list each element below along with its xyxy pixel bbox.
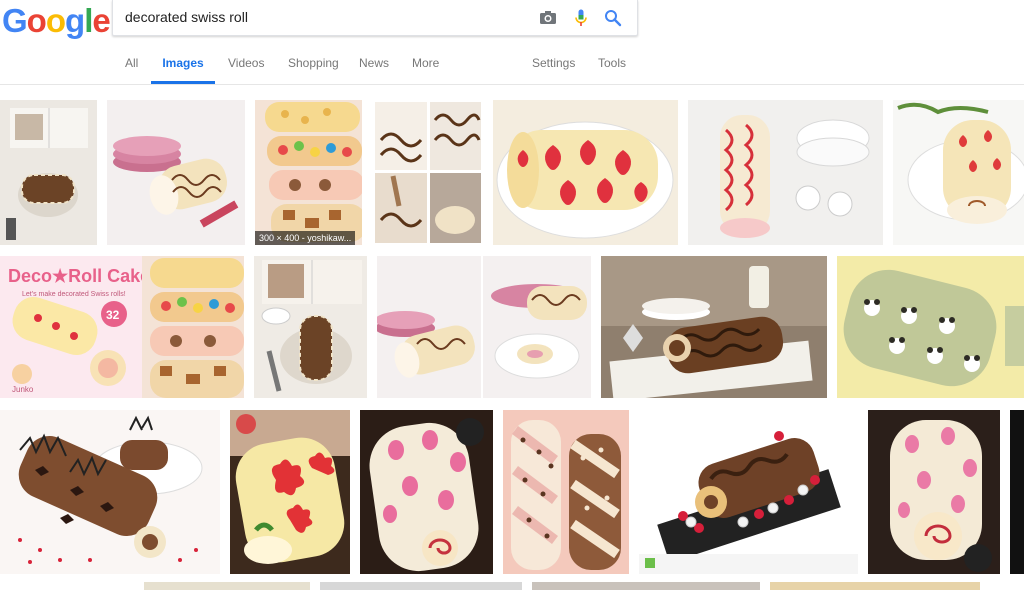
image-result[interactable] bbox=[0, 410, 220, 574]
image-result[interactable] bbox=[1010, 410, 1024, 574]
book-subtitle: Let's make decorated Swiss rolls! bbox=[22, 291, 126, 298]
search-icon[interactable] bbox=[603, 8, 623, 28]
search-input[interactable] bbox=[125, 8, 525, 26]
image-result[interactable] bbox=[254, 256, 367, 398]
book-badge: 32 bbox=[106, 308, 120, 322]
image-result[interactable] bbox=[230, 410, 350, 574]
tab-settings[interactable]: Settings bbox=[532, 56, 575, 83]
book-title: Deco★Roll Cakes bbox=[8, 266, 160, 286]
tab-news[interactable]: News bbox=[359, 56, 389, 83]
image-result[interactable]: Deco★Roll Cakes Let's make decorated Swi… bbox=[0, 256, 244, 398]
image-result[interactable] bbox=[532, 582, 760, 590]
search-box bbox=[112, 0, 638, 36]
image-result[interactable] bbox=[144, 582, 310, 590]
image-result[interactable] bbox=[373, 100, 483, 245]
image-result[interactable] bbox=[107, 100, 245, 245]
image-result[interactable] bbox=[377, 256, 591, 398]
tab-videos[interactable]: Videos bbox=[228, 56, 264, 83]
image-result[interactable] bbox=[770, 582, 980, 590]
tab-shopping[interactable]: Shopping bbox=[288, 56, 339, 83]
image-caption: 300 × 400 - yoshikaw... bbox=[255, 231, 356, 245]
tab-more[interactable]: More bbox=[412, 56, 439, 83]
image-result[interactable] bbox=[320, 582, 522, 590]
image-result[interactable] bbox=[503, 410, 629, 574]
image-result[interactable] bbox=[0, 100, 97, 245]
camera-icon[interactable] bbox=[538, 8, 558, 28]
image-result[interactable] bbox=[868, 410, 1000, 574]
image-result[interactable] bbox=[601, 256, 827, 398]
image-result[interactable]: 300 × 400 - yoshikaw... bbox=[255, 100, 362, 245]
header: Google All Images Videos Shopping News M… bbox=[0, 0, 1024, 85]
image-result[interactable] bbox=[639, 410, 858, 574]
image-result[interactable] bbox=[688, 100, 883, 245]
image-result[interactable] bbox=[493, 100, 678, 245]
image-result[interactable] bbox=[893, 100, 1024, 245]
tab-all[interactable]: All bbox=[125, 56, 138, 83]
tab-images[interactable]: Images bbox=[151, 56, 215, 84]
tab-tools[interactable]: Tools bbox=[598, 56, 626, 83]
book-author: Junko bbox=[12, 385, 34, 394]
google-logo[interactable]: Google bbox=[2, 2, 111, 40]
image-result[interactable] bbox=[360, 410, 493, 574]
image-result[interactable] bbox=[837, 256, 1024, 398]
microphone-icon[interactable] bbox=[571, 8, 591, 28]
search-tabs: All Images Videos Shopping News More Set… bbox=[0, 56, 1024, 84]
